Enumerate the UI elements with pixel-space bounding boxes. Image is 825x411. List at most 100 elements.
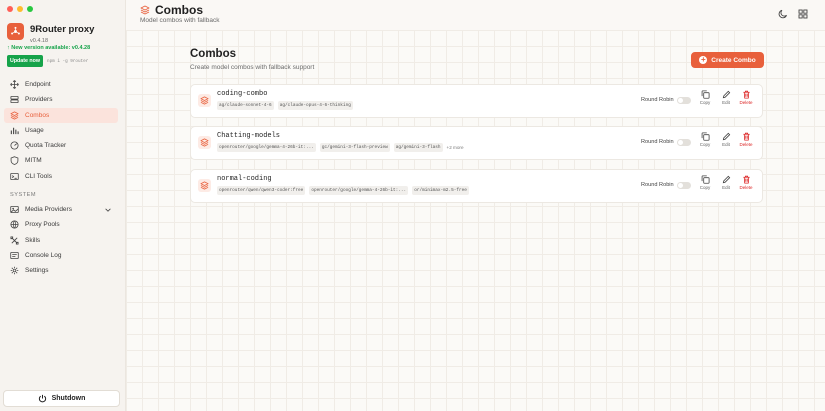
edit-button[interactable]: Edit [718,132,734,147]
app-version: v0.4.18 [30,38,49,44]
combo-card-chatting-models: Chatting-models openrouter/google/gemma-… [190,126,763,160]
model-chips: ag/claude-sonnet-4-6 ag/claude-opus-4-6-… [217,101,353,110]
edit-button[interactable]: Edit [718,175,734,190]
sidebar-item-proxy-pools[interactable]: Proxy Pools [4,217,118,232]
model-chip: openrouter/qwen/qwen3-coder:free [217,186,306,195]
combo-card-normal-coding: normal-coding openrouter/qwen/qwen3-code… [190,169,763,203]
copy-button[interactable]: Copy [697,175,713,190]
app-logo-icon [7,23,24,40]
page-subtitle: Model combos with fallback [140,17,220,24]
copy-button[interactable]: Copy [697,90,713,105]
sidebar-item-label: Settings [25,267,49,275]
combo-name: Chatting-models [217,132,281,140]
close-window-button[interactable] [7,6,13,12]
copy-icon [701,90,710,99]
copy-icon [701,132,710,141]
sidebar-item-label: Combos [25,111,50,119]
layers-icon [198,94,211,107]
main-nav: Endpoint Providers Combos Usage Quota Tr… [4,77,118,184]
layers-icon [198,179,211,192]
sidebar-item-combos[interactable]: Combos [4,107,118,123]
sidebar-item-media-providers[interactable]: Media Providers [4,202,118,217]
round-robin-toggle[interactable] [677,139,691,146]
update-now-button[interactable]: Update now [7,55,44,67]
edit-label: Edit [722,100,730,105]
combos-icon [10,111,19,120]
round-robin-label: Round Robin [641,139,674,145]
page-title: Combos [140,3,203,17]
trash-icon [742,90,750,99]
media-icon [10,205,19,214]
combo-name: coding-combo [217,90,268,98]
sidebar: 9Router proxy v0.4.18 ↑ New version avai… [0,0,126,411]
quota-icon [10,141,19,150]
system-section-label: SYSTEM [10,192,37,198]
sidebar-item-label: MITM [25,157,42,165]
sidebar-item-settings[interactable]: Settings [4,263,118,278]
system-nav: Media Providers Proxy Pools Skills Conso… [4,202,118,278]
pencil-icon [722,132,730,141]
gear-icon [10,266,19,275]
sidebar-item-providers[interactable]: Providers [4,92,118,107]
skills-icon [10,236,19,245]
sidebar-item-label: Media Providers [25,206,72,213]
round-robin-toggle[interactable] [677,97,691,104]
create-combo-button[interactable]: + Create Combo [691,52,764,68]
round-robin-label: Round Robin [641,97,674,103]
combo-card-coding-combo: coding-combo ag/claude-sonnet-4-6 ag/cla… [190,84,763,118]
npm-command: npm i -g 9router [47,58,89,64]
model-chip: ag/claude-sonnet-4-6 [217,101,274,110]
sidebar-item-label: Console Log [25,251,62,259]
sidebar-item-skills[interactable]: Skills [4,233,118,248]
delete-label: Delete [739,185,753,190]
sidebar-item-quota-tracker[interactable]: Quota Tracker [4,138,118,153]
shutdown-label: Shutdown [51,395,86,402]
delete-button[interactable]: Delete [738,175,754,190]
sidebar-item-label: Providers [25,96,53,104]
model-chip: ag/gemini-3-flash [393,143,443,152]
shutdown-button[interactable]: Shutdown [3,390,120,407]
moon-icon[interactable] [778,9,788,19]
pencil-icon [722,175,730,184]
providers-icon [10,96,19,104]
round-robin-toggle[interactable] [677,182,691,189]
maximize-window-button[interactable] [27,6,33,12]
sidebar-item-label: Endpoint [25,81,51,88]
update-row: Update now npm i -g 9router [7,55,88,67]
delete-label: Delete [739,142,753,147]
pools-icon [10,220,19,229]
sidebar-item-label: Usage [25,126,44,134]
app-name: 9Router proxy [30,24,95,35]
window-controls [7,6,33,12]
grid-icon[interactable] [798,9,808,19]
model-chip: ag/claude-opus-4-6-thinking [277,101,353,110]
endpoint-icon [10,80,19,89]
sidebar-item-endpoint[interactable]: Endpoint [4,77,118,92]
round-robin-label: Round Robin [641,182,674,188]
trash-icon [742,175,750,184]
model-chip: openrouter/google/gemma-4-26b-it:... [309,186,409,195]
copy-label: Copy [699,185,711,190]
sidebar-item-cli-tools[interactable]: CLI Tools [4,169,118,184]
sidebar-item-console-log[interactable]: Console Log [4,248,118,263]
sidebar-item-usage[interactable]: Usage [4,123,118,138]
terminal-icon [10,172,19,180]
delete-button[interactable]: Delete [738,132,754,147]
new-version-text: New version available: v0.4.28 [11,45,91,51]
copy-label: Copy [699,142,711,147]
edit-button[interactable]: Edit [718,90,734,105]
chevron-down-icon[interactable] [104,206,112,214]
delete-button[interactable]: Delete [738,90,754,105]
copy-icon [701,175,710,184]
copy-button[interactable]: Copy [697,132,713,147]
edit-label: Edit [722,142,730,147]
combos-icon [140,5,150,15]
minimize-window-button[interactable] [17,6,23,12]
model-chip: or/minimax-m2.5-free [412,186,469,195]
create-combo-label: Create Combo [711,56,756,64]
page-header: Combos Model combos with fallback [126,0,825,30]
delete-label: Delete [739,100,753,105]
sidebar-item-mitm[interactable]: MITM [4,153,118,168]
model-chips: openrouter/google/gemma-4-26b-it:... gc/… [217,143,464,152]
combo-name: normal-coding [217,175,272,183]
